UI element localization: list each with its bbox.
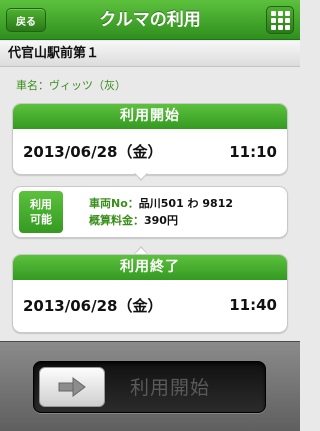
vehicle-number-value: 品川501 わ 9812 <box>138 197 234 210</box>
status-info: 車両No：品川501 わ 9812 概算料金：390円 <box>89 195 233 229</box>
status-badge: 利用 可能 <box>19 191 63 233</box>
status-badge-line1: 利用 <box>30 198 52 211</box>
start-card: 利用開始 2013/06/28（金） 11:10 <box>12 103 288 175</box>
status-badge-line2: 可能 <box>30 213 52 226</box>
vehicle-number-label: 車両No： <box>89 197 139 210</box>
end-time: 11:40 <box>229 296 277 314</box>
header-bar: 戻る クルマの利用 <box>0 0 300 40</box>
grid-menu-icon[interactable] <box>266 6 294 34</box>
arrow-right-icon <box>58 377 86 397</box>
start-time: 11:10 <box>229 142 277 161</box>
car-name: 車名：ヴィッツ（灰） <box>16 77 126 93</box>
car-name-value: ヴィッツ（灰） <box>49 79 126 92</box>
fee-value: 390円 <box>144 214 178 227</box>
start-heading: 利用開始 <box>13 104 287 129</box>
end-heading: 利用終了 <box>13 255 287 280</box>
slider-label: 利用開始 <box>130 377 211 399</box>
start-slider[interactable]: 利用開始 <box>33 361 266 413</box>
start-date: 2013/06/28（金） <box>23 143 163 161</box>
start-pointer-fill <box>134 172 148 179</box>
footer-bar: 利用開始 <box>0 341 300 431</box>
fee-label: 概算料金： <box>89 214 144 227</box>
station-name: 代官山駅前第１ <box>0 41 300 67</box>
car-name-label: 車名： <box>16 79 49 92</box>
end-card: 利用終了 2013/06/28（金） 11:40 <box>12 254 288 333</box>
end-date: 2013/06/28（金） <box>23 296 163 315</box>
slider-knob[interactable] <box>39 367 105 407</box>
page-title: クルマの利用 <box>99 10 201 30</box>
status-card: 利用 可能 車両No：品川501 わ 9812 概算料金：390円 <box>12 186 288 238</box>
